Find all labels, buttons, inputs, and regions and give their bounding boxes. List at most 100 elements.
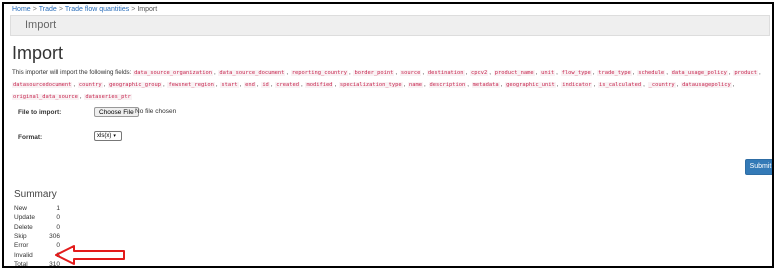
- summary-label: Update: [14, 214, 35, 221]
- field-separator: ,: [349, 69, 351, 76]
- field-name: fewsnet_region: [167, 82, 215, 88]
- field-separator: ,: [728, 69, 731, 76]
- intro-text: This importer will import the following …: [12, 69, 132, 76]
- field-separator: ,: [666, 69, 668, 76]
- field-name: datasourcedocument: [12, 82, 73, 88]
- field-name: indicator: [561, 82, 593, 88]
- field-separator: ,: [732, 81, 735, 88]
- chevron-down-icon: ▾: [113, 133, 116, 139]
- field-name: geographic_unit: [505, 82, 556, 88]
- field-separator: ,: [270, 81, 273, 88]
- breadcrumb-trade-flow-quantities[interactable]: Trade flow quantities: [65, 6, 129, 13]
- field-name: start: [220, 82, 239, 88]
- breadcrumb-home[interactable]: Home: [12, 6, 31, 13]
- field-separator: ,: [256, 81, 259, 88]
- field-name: id: [261, 82, 270, 88]
- file-to-import-label: File to import:: [18, 109, 62, 116]
- field-name: description: [428, 82, 467, 88]
- format-selected-value: xls(x): [97, 133, 112, 139]
- field-separator: ,: [403, 81, 406, 88]
- field-separator: ,: [239, 81, 242, 88]
- field-name: data_source_document: [218, 70, 286, 76]
- field-separator: ,: [465, 69, 468, 76]
- field-name: specialization_type: [338, 82, 403, 88]
- field-name: data_source_organization: [133, 70, 213, 76]
- field-separator: ,: [213, 69, 216, 76]
- field-name: product_name: [493, 70, 535, 76]
- format-label: Format:: [18, 134, 43, 141]
- breadcrumb-current: Import: [137, 6, 158, 13]
- field-name: data_usage_policy: [670, 70, 728, 76]
- summary-title: Summary: [14, 189, 57, 200]
- page-title: Import: [12, 43, 64, 63]
- fields-description: This importer will import the following …: [12, 67, 768, 103]
- summary-label: Invalid: [14, 252, 33, 259]
- screenshot-frame: Home > Trade > Trade flow quantities > Import …: [2, 2, 774, 268]
- field-name: trade_type: [597, 70, 632, 76]
- choose-file-button[interactable]: Choose File: [94, 107, 139, 117]
- field-separator: ,: [215, 81, 218, 88]
- field-separator: ,: [556, 69, 558, 76]
- field-separator: ,: [286, 69, 289, 76]
- field-name: geographic_group: [108, 82, 163, 88]
- field-name: unit: [540, 70, 556, 76]
- field-separator: ,: [556, 81, 559, 88]
- summary-label: New: [14, 205, 28, 212]
- breadcrumb: Home > Trade > Trade flow quantities > Import: [12, 6, 157, 13]
- header-title: Import: [25, 19, 57, 31]
- field-separator: ,: [592, 69, 595, 76]
- summary-label: Skip: [14, 233, 27, 240]
- field-name: modified: [305, 82, 334, 88]
- format-select[interactable]: xls(x) ▾: [94, 131, 122, 141]
- breadcrumb-trade[interactable]: Trade: [39, 6, 57, 13]
- field-separator: ,: [73, 81, 76, 88]
- field-separator: ,: [535, 69, 538, 76]
- field-name: destination: [426, 70, 465, 76]
- field-name: metadata: [471, 82, 500, 88]
- summary-value: 1: [56, 205, 60, 212]
- submit-button[interactable]: Submit: [745, 159, 772, 175]
- field-separator: ,: [424, 81, 426, 88]
- field-name: is_calculated: [597, 82, 643, 88]
- header-bar: Import: [10, 15, 770, 36]
- field-name: original_data_source: [12, 94, 79, 100]
- field-name: schedule: [637, 70, 666, 76]
- summary-label: Error: [14, 242, 29, 249]
- field-separator: ,: [759, 69, 761, 76]
- breadcrumb-separator: >: [58, 6, 63, 13]
- field-name: cpcv2: [470, 70, 489, 76]
- field-separator: ,: [467, 81, 469, 88]
- field-separator: ,: [334, 81, 337, 88]
- field-name: reporting_country: [290, 70, 348, 76]
- field-separator: ,: [643, 81, 645, 88]
- summary-value: 0: [56, 224, 60, 231]
- field-separator: ,: [103, 81, 106, 88]
- field-name: country: [77, 82, 103, 88]
- field-name: source: [399, 70, 422, 76]
- field-separator: ,: [676, 81, 679, 88]
- field-separator: ,: [500, 81, 503, 88]
- field-separator: ,: [422, 69, 425, 76]
- summary-label: Delete: [14, 224, 33, 231]
- field-name: product: [733, 70, 759, 76]
- field-name: dataseries_ptr: [84, 94, 132, 100]
- red-arrow-annotation-icon: [55, 245, 125, 265]
- field-name: name: [408, 82, 424, 88]
- field-separator: ,: [301, 81, 303, 88]
- field-separator: ,: [632, 69, 635, 76]
- field-name: datausagepolicy: [681, 82, 732, 88]
- field-separator: ,: [79, 93, 82, 100]
- summary-value: 0: [56, 214, 60, 221]
- field-separator: ,: [489, 69, 491, 76]
- breadcrumb-separator: >: [32, 6, 37, 13]
- field-separator: ,: [395, 69, 398, 76]
- file-status-text: No file chosen: [135, 108, 177, 115]
- field-separator: ,: [163, 81, 165, 88]
- summary-value: 306: [49, 233, 60, 240]
- field-name: border_point: [353, 70, 395, 76]
- summary-label: Total: [14, 261, 28, 268]
- field-name: created: [275, 82, 300, 88]
- field-separator: ,: [593, 81, 596, 88]
- field-name: _country: [647, 82, 676, 88]
- field-name: end: [244, 82, 256, 88]
